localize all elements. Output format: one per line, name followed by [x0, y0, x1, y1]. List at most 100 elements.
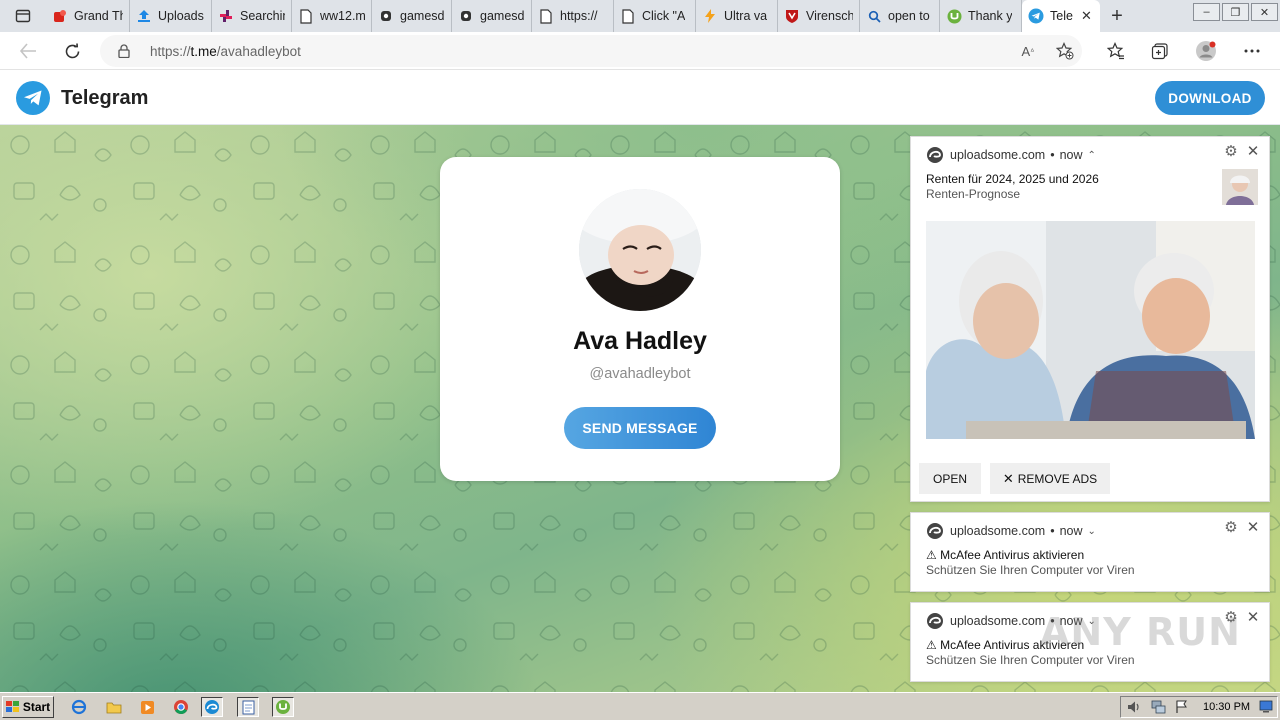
ie-icon[interactable]	[68, 697, 90, 717]
notification-open-button[interactable]: OPEN	[919, 463, 981, 494]
gamepad-icon	[378, 8, 394, 24]
minimize-button[interactable]: –	[1193, 3, 1220, 21]
system-tray: 10:30 PM	[1120, 696, 1278, 718]
tab-telegram-active[interactable]: Tele ✕	[1022, 0, 1100, 32]
tab-9[interactable]: Ultra va	[696, 0, 778, 32]
media-player-icon[interactable]	[136, 697, 158, 717]
notepad-icon[interactable]	[237, 697, 259, 717]
page-icon	[538, 8, 554, 24]
edge-taskbar-icon[interactable]	[201, 697, 223, 717]
tab-strip: Grand Th Uploads Searchin ww12.m gamesd …	[0, 0, 1280, 32]
send-message-button[interactable]: SEND MESSAGE	[564, 407, 716, 449]
notification-time: now	[1059, 148, 1083, 162]
notification-time: now	[1059, 524, 1083, 538]
start-button[interactable]: Start	[2, 695, 54, 718]
gear-icon[interactable]: ⚙	[1223, 143, 1239, 160]
slack-icon	[218, 8, 234, 24]
tab-2[interactable]: Uploads	[130, 0, 212, 32]
tab-8[interactable]: Click "A	[614, 0, 696, 32]
back-button[interactable]	[10, 33, 46, 69]
edge-icon	[926, 146, 944, 164]
address-bar: https://t.me/avahadleybot Aᐞ	[0, 32, 1280, 70]
close-icon: ✕	[1002, 470, 1014, 486]
tab-actions-button[interactable]	[0, 0, 46, 32]
tab-1[interactable]: Grand Th	[46, 0, 130, 32]
notification-body: Schützen Sie Ihren Computer vor Viren	[926, 563, 1135, 577]
taskbar: Start 10:30 PM	[0, 692, 1280, 720]
tab-7[interactable]: https://	[532, 0, 614, 32]
window-controls: – ❐ ✕	[1193, 0, 1280, 21]
show-desktop-icon[interactable]	[1259, 700, 1273, 716]
notification-2[interactable]: uploadsome.com • now ⌄ ⚙ ✕ ⚠ McAfee Anti…	[910, 512, 1270, 592]
chevron-down-icon[interactable]: ⌄	[1088, 526, 1096, 537]
more-menu-icon[interactable]	[1241, 40, 1263, 62]
remove-ads-button[interactable]: ✕ REMOVE ADS	[990, 463, 1110, 494]
chrome-icon[interactable]	[170, 697, 192, 717]
page-icon	[298, 8, 314, 24]
notification-header: uploadsome.com • now ⌃	[926, 146, 1096, 164]
chevron-up-icon[interactable]: ⌃	[1088, 150, 1096, 161]
tab-11[interactable]: open to	[860, 0, 940, 32]
telegram-logo-icon[interactable]	[16, 81, 50, 115]
edge-icon	[926, 522, 944, 540]
telegram-icon	[1028, 8, 1044, 24]
back-arrow-icon	[19, 43, 36, 59]
favorites-icon[interactable]	[1105, 40, 1127, 62]
refresh-button[interactable]	[54, 33, 90, 69]
add-favorite-icon[interactable]	[1055, 41, 1075, 61]
profile-name: Ava Hadley	[573, 327, 707, 355]
tab-6[interactable]: gamesd	[452, 0, 532, 32]
telegram-brand[interactable]: Telegram	[61, 87, 148, 110]
utorrent-icon	[946, 8, 962, 24]
volume-icon[interactable]	[1127, 700, 1141, 717]
clock[interactable]: 10:30 PM	[1203, 701, 1250, 713]
url-text: https://t.me/avahadleybot	[150, 43, 301, 59]
upload-icon	[136, 8, 152, 24]
new-tab-button[interactable]: +	[1100, 0, 1134, 32]
tab-4[interactable]: ww12.m	[292, 0, 372, 32]
utorrent-taskbar-icon[interactable]	[272, 697, 294, 717]
remove-ads-label: REMOVE ADS	[1017, 471, 1098, 486]
read-aloud-icon[interactable]: Aᐞ	[1018, 41, 1038, 61]
close-icon[interactable]: ✕	[1245, 143, 1261, 160]
tab-3[interactable]: Searchin	[212, 0, 292, 32]
collections-icon[interactable]	[1149, 40, 1171, 62]
profile-avatar[interactable]	[1195, 40, 1217, 62]
folder-icon[interactable]	[103, 697, 125, 717]
tab-12[interactable]: Thank y	[940, 0, 1022, 32]
close-icon[interactable]: ✕	[1245, 519, 1261, 536]
search-icon	[866, 8, 882, 24]
download-button[interactable]: DOWNLOAD	[1155, 81, 1265, 115]
restore-button[interactable]: ❐	[1222, 3, 1249, 21]
gamepad-icon	[458, 8, 474, 24]
close-icon[interactable]: ✕	[1245, 609, 1261, 626]
flag-icon[interactable]	[1175, 700, 1188, 717]
tab-10[interactable]: Virensch	[778, 0, 860, 32]
notification-title: Renten für 2024, 2025 und 2026	[926, 172, 1099, 186]
tab-actions-icon	[15, 9, 31, 23]
tab-5[interactable]: gamesd	[372, 0, 452, 32]
notification-source: uploadsome.com	[950, 148, 1046, 162]
gear-icon[interactable]: ⚙	[1223, 519, 1239, 536]
notification-body: Renten-Prognose	[926, 187, 1021, 201]
close-tab-icon[interactable]: ✕	[1081, 8, 1092, 24]
notification-thumbnail	[1222, 169, 1258, 205]
notification-body: Schützen Sie Ihren Computer vor Viren	[926, 653, 1135, 667]
profile-avatar-photo	[579, 189, 701, 311]
page-icon	[620, 8, 636, 24]
notification-title: ⚠ McAfee Antivirus aktivieren	[926, 548, 1085, 562]
notification-image	[926, 221, 1255, 439]
edge-icon	[926, 612, 944, 630]
close-window-button[interactable]: ✕	[1251, 3, 1278, 21]
windows-flag-icon	[5, 700, 20, 713]
watermark: ANY RUN	[1040, 610, 1241, 654]
notification-header: uploadsome.com • now ⌄	[926, 522, 1096, 540]
telegram-header: Telegram DOWNLOAD	[0, 71, 1280, 125]
lock-icon	[118, 44, 132, 58]
lightning-icon	[702, 8, 718, 24]
notification-1[interactable]: uploadsome.com • now ⌃ ⚙ ✕ Renten für 20…	[910, 136, 1270, 502]
notification-source: uploadsome.com	[950, 614, 1046, 628]
url-field[interactable]: https://t.me/avahadleybot Aᐞ	[100, 35, 1082, 67]
profile-card: Ava Hadley @avahadleybot SEND MESSAGE	[440, 157, 840, 481]
network-icon[interactable]	[1151, 700, 1166, 717]
